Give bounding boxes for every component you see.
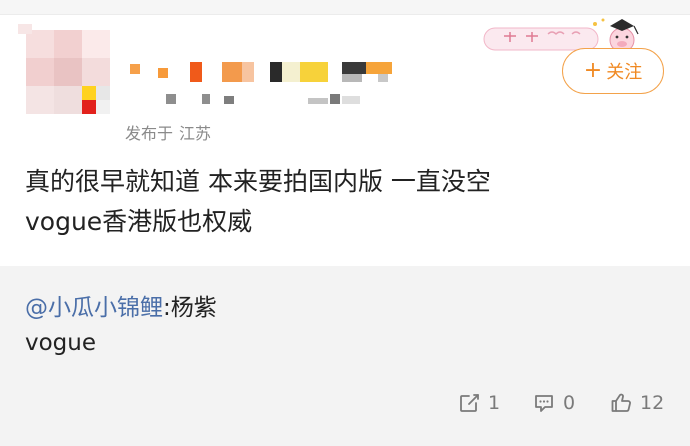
comment-count: 0 [563,392,576,414]
repost-button[interactable]: 1 [458,388,500,418]
follow-button[interactable]: + 关注 [562,48,664,94]
username-mosaic[interactable] [130,58,430,108]
plus-icon: + [583,58,603,83]
avatar[interactable] [18,24,110,114]
separator: : [163,295,171,321]
post-text-line: vogue香港版也权威 [25,207,253,236]
location-label: 发布于 [125,124,174,143]
post-location: 发布于 江苏 [125,120,211,144]
location-value: 江苏 [179,124,212,143]
quoted-post-body: vogue [25,330,97,356]
thumbs-up-icon [610,392,632,414]
repost-count: 1 [488,392,501,414]
top-divider [0,0,690,15]
quoted-post[interactable]: @小瓜小锦鲤:杨紫 vogue 1 0 12 [0,266,690,446]
post-text-line: 真的很早就知道 本来要拍国内版 一直没空 [25,167,491,196]
quoted-target: 杨紫 [170,295,217,321]
quoted-post-header: @小瓜小锦鲤:杨紫 [25,288,217,322]
comment-icon [533,392,555,414]
follow-button-label: 关注 [606,62,643,83]
like-count: 12 [640,392,665,414]
comment-button[interactable]: 0 [533,388,575,418]
repost-icon [458,392,480,414]
mention-link[interactable]: @小瓜小锦鲤 [25,295,163,321]
post-content: 真的很早就知道 本来要拍国内版 一直没空 vogue香港版也权威 [25,162,665,242]
like-button[interactable]: 12 [610,388,664,418]
